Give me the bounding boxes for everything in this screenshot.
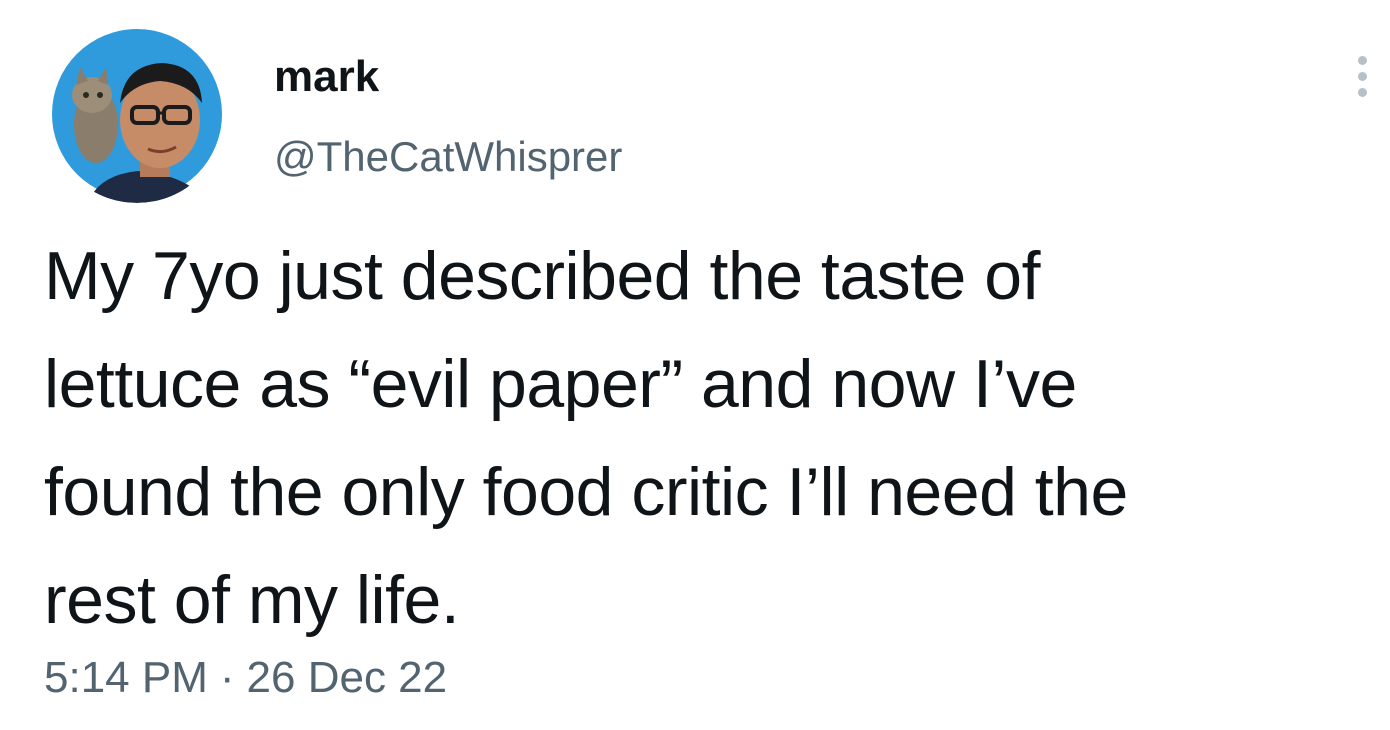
tweet-time[interactable]: 5:14 PM <box>44 653 208 702</box>
tweet-text-line: My 7yo just described the taste of <box>44 238 1040 314</box>
user-handle[interactable]: @TheCatWhisprer <box>274 130 622 184</box>
tweet-text-line: found the only food critic I’ll need the <box>44 454 1128 530</box>
timestamp[interactable]: 5:14 PM · 26 Dec 22 <box>44 650 447 706</box>
more-vertical-icon <box>1357 55 1367 65</box>
avatar-image <box>48 25 226 203</box>
tweet-text-line: rest of my life. <box>44 562 460 638</box>
more-vertical-icon-dot <box>1357 71 1367 81</box>
tweet-date[interactable]: 26 Dec 22 <box>247 653 448 702</box>
tweet-card: mark @TheCatWhisprer My 7yo just describ… <box>0 0 1390 730</box>
timestamp-separator: · <box>219 653 235 702</box>
display-name[interactable]: mark <box>274 50 379 104</box>
avatar[interactable] <box>48 25 226 203</box>
more-vertical-icon-dot <box>1357 87 1367 97</box>
more-options-button[interactable] <box>1340 44 1384 108</box>
tweet-text-line: lettuce as “evil paper” and now I’ve <box>44 346 1077 422</box>
tweet-text: My 7yo just described the taste of lettu… <box>44 222 1384 654</box>
